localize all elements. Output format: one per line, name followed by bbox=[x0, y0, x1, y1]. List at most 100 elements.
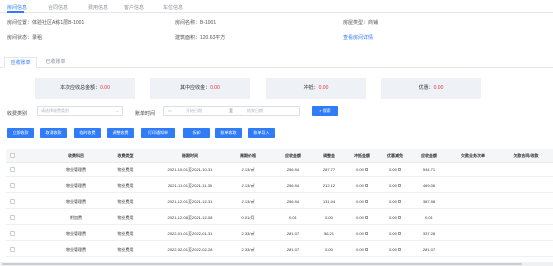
table-cell: 469.06 bbox=[422, 183, 436, 188]
table-cell: 2022-01-01至2022-01-31 bbox=[167, 231, 213, 236]
table-cell: 2.13/㎡ bbox=[241, 199, 255, 204]
table-row[interactable]: 物业管理费 物业费用 2022-01-01至2022-01-31 2.33/㎡ 281.… bbox=[6, 227, 553, 241]
tab-room-info[interactable]: 房间信息 bbox=[7, 4, 27, 11]
tab-receivable-bills[interactable]: 应收账单 bbox=[4, 57, 37, 68]
table-row[interactable]: 物业管理费 物业费用 2022-02-01至2022-02-28 2.33/㎡ 281.… bbox=[6, 243, 553, 257]
end-date-input[interactable]: 结束日期 bbox=[247, 107, 263, 115]
edit-icon[interactable] bbox=[397, 216, 401, 220]
table-cell bbox=[447, 179, 499, 193]
chevron-down-icon: ⌄ bbox=[115, 108, 119, 113]
table-row[interactable]: 物业管理费 物业费用 2021-10-01至2021-10-31 2.13/㎡ 256.… bbox=[6, 163, 553, 177]
select-all-checkbox[interactable] bbox=[10, 153, 15, 158]
col-header: 冲抵金额 bbox=[354, 153, 370, 158]
cancel-collection-button[interactable]: 取消收款 bbox=[40, 128, 67, 138]
table-cell: 物业费用 bbox=[117, 183, 134, 188]
tab-contract-info[interactable]: 合同信息 bbox=[48, 4, 68, 11]
tab-parking-info[interactable]: 车位信息 bbox=[163, 4, 183, 11]
table-cell: 131.04 bbox=[322, 199, 336, 204]
edit-icon[interactable] bbox=[397, 184, 401, 188]
collect-now-button[interactable]: 立即收款 bbox=[7, 128, 34, 138]
table-cell[interactable]: 0.00 bbox=[379, 179, 411, 193]
table-cell[interactable]: 0.00 bbox=[346, 163, 378, 177]
table-cell: 256.94 bbox=[286, 167, 300, 172]
col-header: 欠款业务次单 bbox=[461, 153, 485, 158]
table-cell: 物业费用 bbox=[117, 215, 134, 220]
row-checkbox[interactable] bbox=[10, 247, 15, 252]
table-cell: 物业费用 bbox=[117, 167, 134, 172]
date-separator: 至 bbox=[229, 108, 233, 113]
room-status: 房间状态：录租 bbox=[7, 35, 43, 41]
table-cell: 2.33/㎡ bbox=[241, 247, 255, 252]
col-header: 收费类型 bbox=[117, 153, 134, 158]
bill-date-range[interactable]: ▭ 开始日期 至 结束日期 bbox=[163, 106, 300, 116]
stat-discount: 优惠：0.00 bbox=[381, 78, 481, 99]
table-row[interactable]: 附加费 物业费用 2021-12-08至2021-12-08 0.01/月 0.01 0.… bbox=[6, 211, 553, 225]
table-cell: 212.12 bbox=[322, 183, 336, 188]
edit-icon[interactable] bbox=[364, 168, 368, 172]
table-header: 收费科目 收费类型 账期时间 周期价格 应收金额 调整金 冲抵金额 优惠减免 应… bbox=[6, 149, 553, 163]
edit-icon[interactable] bbox=[364, 184, 368, 188]
split-button[interactable]: 拆卸 bbox=[183, 128, 210, 138]
table-cell: 物业费用 bbox=[117, 231, 134, 236]
row-checkbox[interactable] bbox=[10, 231, 15, 236]
table-cell: 附加费 bbox=[70, 215, 82, 220]
edit-icon[interactable] bbox=[364, 248, 368, 252]
tab-customer-info[interactable]: 客户信息 bbox=[124, 4, 144, 11]
start-date-input[interactable]: 开始日期 bbox=[186, 107, 202, 115]
table-cell: 0.00 bbox=[325, 247, 333, 252]
table-cell: 物业管理费 bbox=[66, 199, 86, 204]
bill-collect-button[interactable]: 账单收取 bbox=[215, 128, 242, 138]
table-cell bbox=[499, 195, 553, 209]
table-cell: 物业管理费 bbox=[66, 183, 86, 188]
horizontal-scrollbar[interactable] bbox=[0, 262, 553, 266]
tab-received-bills[interactable]: 已收账单 bbox=[39, 57, 72, 68]
edit-icon[interactable] bbox=[397, 248, 401, 252]
table-cell[interactable]: 0.00 bbox=[379, 163, 411, 177]
table-cell[interactable]: 0.00 bbox=[379, 211, 411, 225]
print-notice-button[interactable]: 打印通知单 bbox=[141, 128, 175, 138]
table-row[interactable]: 物业管理费 物业费用 2021-11-01至2021-11-30 2.13/㎡ 256.… bbox=[6, 179, 553, 193]
room-detail-link[interactable]: 查看房间详情 bbox=[343, 34, 373, 41]
temporary-fee-button[interactable]: 临时收费 bbox=[74, 128, 101, 138]
table-cell bbox=[447, 211, 499, 225]
col-header: 账期时间 bbox=[182, 153, 198, 158]
table-cell: 2022-02-01至2022-02-28 bbox=[167, 247, 213, 252]
table-cell bbox=[447, 243, 499, 257]
col-header: 欠款合同/收款 bbox=[513, 153, 539, 158]
row-checkbox[interactable] bbox=[10, 183, 15, 188]
edit-icon[interactable] bbox=[397, 200, 401, 204]
search-button[interactable]: ⌕ 搜索 bbox=[312, 106, 338, 116]
table-cell bbox=[447, 163, 499, 177]
col-header: 收费科目 bbox=[68, 153, 84, 158]
room-area: 建筑面积：120.63平方 bbox=[175, 35, 226, 41]
row-checkbox[interactable] bbox=[10, 167, 15, 172]
table-cell: 物业管理费 bbox=[66, 247, 86, 252]
adjust-fee-button[interactable]: 调整收费 bbox=[107, 128, 134, 138]
stat-total-receivable: 本次应收总金额：0.00 bbox=[35, 78, 135, 99]
edit-icon[interactable] bbox=[397, 232, 401, 236]
row-checkbox[interactable] bbox=[10, 215, 15, 220]
scrollbar-thumb[interactable] bbox=[2, 263, 522, 265]
edit-icon[interactable] bbox=[364, 232, 368, 236]
col-header: 应收金额 bbox=[285, 153, 301, 158]
table-cell[interactable]: 0.00 bbox=[346, 211, 378, 225]
table-cell bbox=[499, 211, 553, 225]
edit-icon[interactable] bbox=[364, 200, 368, 204]
tab-fee-info[interactable]: 费用信息 bbox=[88, 4, 108, 11]
edit-icon[interactable] bbox=[364, 216, 368, 220]
category-select[interactable]: 请选择收费类别 ⌄ bbox=[37, 106, 123, 116]
table-cell[interactable]: 0.00 bbox=[346, 227, 378, 241]
table-cell[interactable]: 0.00 bbox=[379, 195, 411, 209]
row-checkbox[interactable] bbox=[10, 199, 15, 204]
table-row[interactable]: 物业管理费 物业费用 2021-12-01至2021-12-31 2.13/㎡ 256.… bbox=[6, 195, 553, 209]
table-cell: 281.07 bbox=[286, 247, 300, 252]
bill-import-button[interactable]: 账单导入 bbox=[248, 128, 275, 138]
table-cell[interactable]: 0.00 bbox=[346, 195, 378, 209]
room-type: 房屋类型：商铺 bbox=[343, 20, 379, 26]
table-cell[interactable]: 0.00 bbox=[346, 179, 378, 193]
table-cell[interactable]: 0.00 bbox=[346, 243, 378, 257]
table-cell[interactable]: 0.00 bbox=[379, 227, 411, 241]
table-cell: 544.71 bbox=[422, 167, 436, 172]
edit-icon[interactable] bbox=[397, 168, 401, 172]
table-cell[interactable]: 0.00 bbox=[379, 243, 411, 257]
